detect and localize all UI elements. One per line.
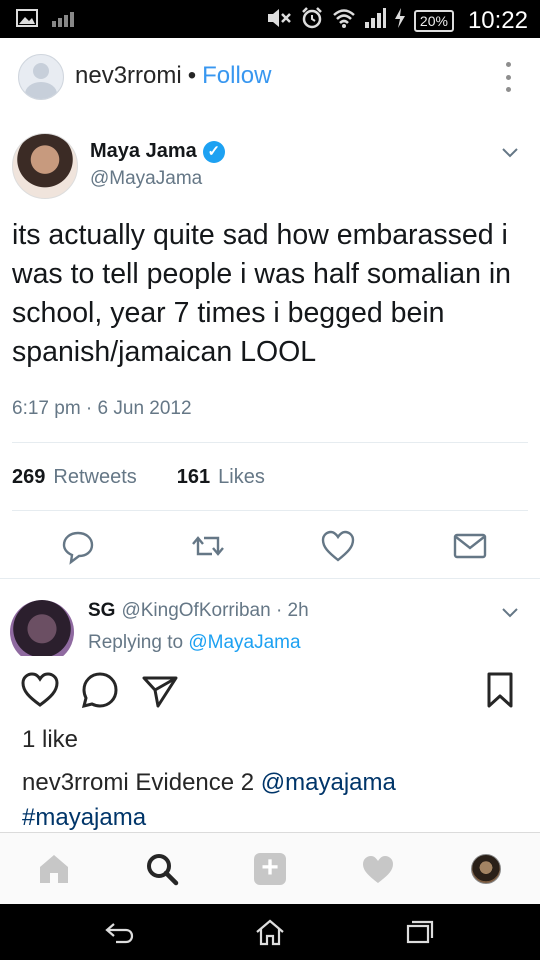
bottom-navigation: + bbox=[0, 832, 540, 905]
tweet-divider bbox=[12, 442, 528, 443]
tweet-text: its actually quite sad how embarassed i … bbox=[12, 219, 512, 368]
retweet-icon bbox=[192, 536, 224, 556]
nav-new-post[interactable]: + bbox=[250, 851, 290, 887]
wifi-icon bbox=[332, 7, 356, 35]
like-heart-icon[interactable] bbox=[20, 670, 60, 710]
comment-icon[interactable] bbox=[80, 670, 120, 710]
nav-home[interactable] bbox=[34, 851, 74, 887]
tweet-stats: 269 Retweets 161 Likes bbox=[12, 466, 265, 489]
tweet-divider bbox=[0, 578, 540, 579]
reply-author-avatar bbox=[10, 600, 74, 656]
tweet-timestamp: 6:17 pm · 6 Jun 2012 bbox=[12, 398, 192, 419]
direct-message-icon bbox=[453, 533, 487, 559]
retweet-count: 269 bbox=[12, 466, 46, 488]
tweet-author-avatar bbox=[12, 133, 78, 199]
tweet-actions bbox=[0, 526, 540, 566]
like-label: Likes bbox=[218, 466, 265, 488]
chevron-down-icon bbox=[502, 148, 518, 158]
gallery-notification-icon bbox=[16, 9, 38, 33]
caption-text: Evidence 2 bbox=[135, 769, 255, 796]
verified-badge-icon: ✓ bbox=[202, 140, 225, 163]
tweet-author-name-line: Maya Jama ✓ bbox=[90, 140, 225, 163]
reply-header: SG @KingOfKorriban · 2h bbox=[88, 600, 309, 622]
follow-button[interactable]: Follow bbox=[202, 62, 271, 89]
cell-signal-icon bbox=[364, 7, 386, 35]
chevron-down-icon bbox=[502, 608, 518, 618]
reply-author-handle: @KingOfKorriban bbox=[121, 600, 271, 621]
clock: 10:22 bbox=[467, 7, 528, 34]
share-send-icon[interactable] bbox=[140, 670, 180, 710]
like-count-text[interactable]: 1 like bbox=[22, 726, 78, 754]
reply-tweet: SG @KingOfKorriban · 2h Replying to @Maya… bbox=[0, 584, 540, 656]
status-bar: 20% 10:22 bbox=[0, 0, 540, 38]
signal-notification-icon bbox=[52, 9, 78, 33]
caption-mention[interactable]: @mayajama bbox=[261, 769, 396, 796]
retweet-stat: 269 Retweets bbox=[12, 466, 137, 489]
post-user-line: nev3rromi • Follow bbox=[75, 62, 271, 90]
bookmark-icon[interactable] bbox=[480, 670, 520, 710]
nav-activity[interactable] bbox=[358, 851, 398, 887]
post-caption: nev3rromi Evidence 2 @mayajama #mayajama bbox=[22, 765, 522, 835]
poster-avatar[interactable] bbox=[18, 54, 64, 100]
post-actions bbox=[0, 656, 540, 726]
replying-mention: @MayaJama bbox=[188, 632, 301, 653]
reply-time: · 2h bbox=[275, 600, 309, 621]
back-icon[interactable] bbox=[104, 918, 136, 946]
nav-search[interactable] bbox=[142, 851, 182, 887]
poster-username[interactable]: nev3rromi bbox=[75, 62, 182, 89]
caption-username[interactable]: nev3rromi bbox=[22, 769, 129, 796]
post-header: nev3rromi • Follow bbox=[0, 38, 540, 117]
more-options-icon[interactable] bbox=[506, 62, 512, 92]
recent-apps-icon[interactable] bbox=[404, 918, 436, 946]
post-image-tweet: Maya Jama ✓ @MayaJama its actually quite… bbox=[0, 116, 540, 656]
reply-author-name: SG bbox=[88, 600, 116, 621]
nav-profile[interactable] bbox=[466, 851, 506, 887]
battery-level: 20% bbox=[413, 10, 454, 32]
add-post-icon: + bbox=[254, 853, 286, 885]
mute-icon bbox=[266, 7, 292, 35]
home-button-icon[interactable] bbox=[254, 918, 286, 946]
separator-dot: • bbox=[187, 62, 197, 89]
tweet-author-name: Maya Jama bbox=[90, 140, 197, 162]
charging-icon bbox=[394, 7, 406, 35]
like-stat: 161 Likes bbox=[177, 466, 265, 489]
home-icon bbox=[40, 855, 68, 883]
reply-icon bbox=[62, 531, 94, 565]
activity-heart-icon bbox=[363, 856, 393, 883]
tweet-divider bbox=[12, 510, 528, 511]
like-count: 161 bbox=[176, 466, 211, 488]
like-heart-icon bbox=[321, 530, 355, 562]
retweet-label: Retweets bbox=[53, 466, 137, 488]
replying-prefix: Replying to bbox=[88, 632, 184, 653]
profile-avatar bbox=[471, 854, 501, 884]
caption-hashtag[interactable]: #mayajama bbox=[22, 804, 146, 831]
alarm-icon bbox=[300, 6, 324, 36]
tweet-author-handle: @MayaJama bbox=[90, 168, 203, 189]
android-navigation-bar bbox=[0, 904, 540, 960]
reply-context: Replying to @MayaJama bbox=[88, 632, 301, 654]
search-icon bbox=[147, 854, 179, 886]
